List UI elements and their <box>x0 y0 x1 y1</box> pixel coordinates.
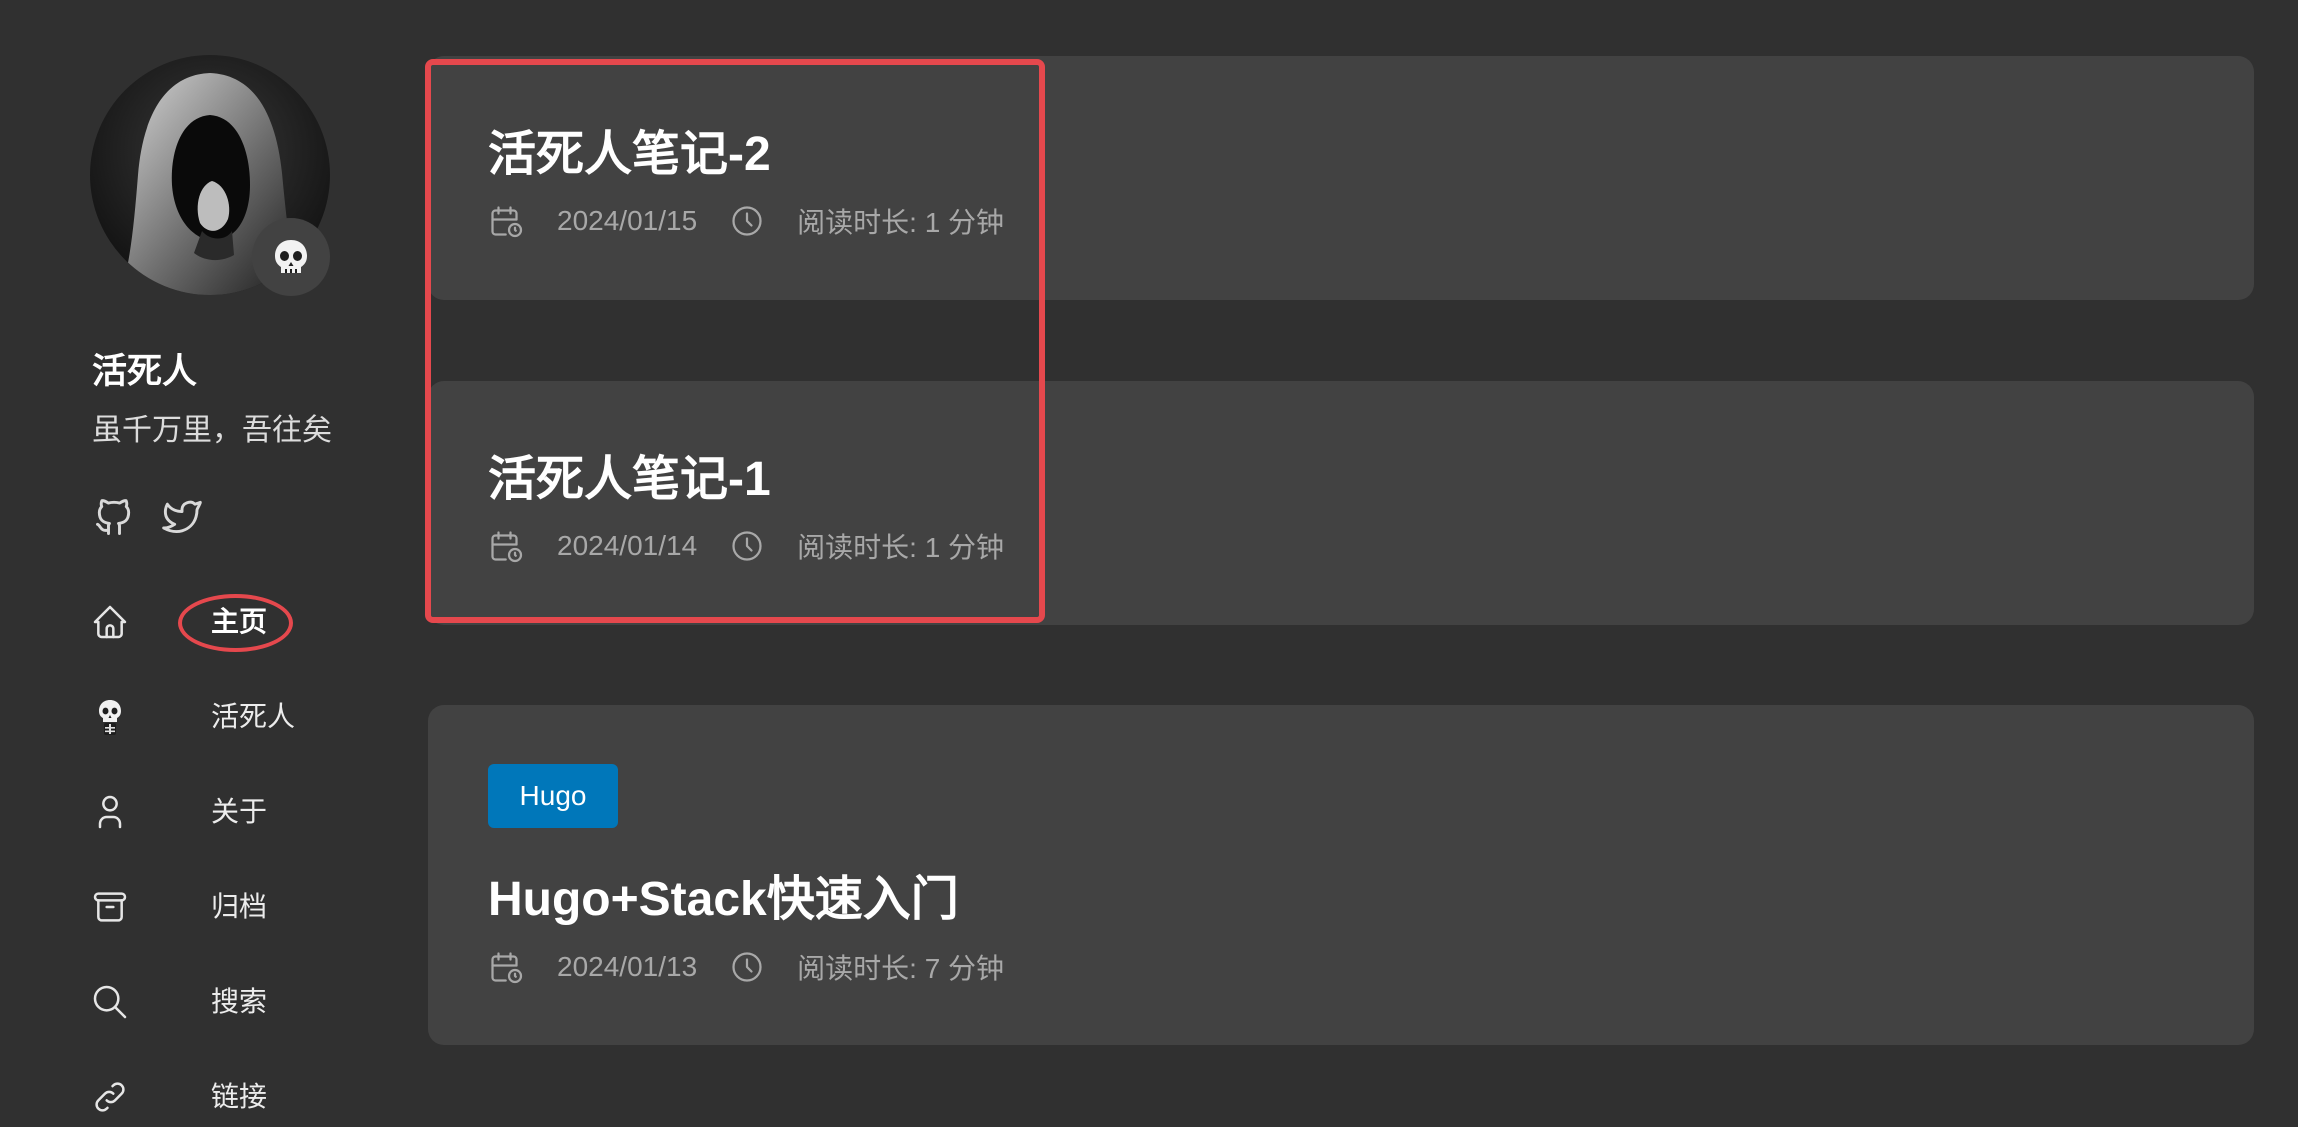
twitter-link[interactable] <box>160 495 204 539</box>
archive-icon <box>93 892 127 922</box>
calendar-time-icon <box>491 531 523 563</box>
menu-item-archives[interactable]: 归档 <box>0 877 420 937</box>
avatar-emoji-badge <box>252 218 330 296</box>
article-reading-time: 阅读时长: 1 分钟 <box>797 207 1005 238</box>
article-meta: 2024/01/14 阅读时长: 1 分钟 <box>488 526 1004 566</box>
menu-label-huosiren: 活死人 <box>211 701 296 732</box>
calendar-time-icon <box>491 206 523 238</box>
article-date: 2024/01/15 <box>557 205 698 236</box>
twitter-icon <box>162 500 202 533</box>
menu-item-huosiren[interactable]: 活死人 <box>0 687 420 747</box>
site-name: 活死人 <box>92 352 198 391</box>
menu-label-archives: 归档 <box>211 891 268 922</box>
article-meta: 2024/01/15 阅读时长: 1 分钟 <box>488 201 1004 241</box>
clock-icon <box>732 531 762 561</box>
article-card[interactable]: 活死人笔记-1 2024/01/14 阅读时长: 1 分钟 <box>428 381 2254 625</box>
user-icon <box>98 795 122 829</box>
github-icon <box>96 499 131 535</box>
menu-item-search[interactable]: 搜索 <box>0 972 420 1032</box>
article-date: 2024/01/14 <box>557 530 698 561</box>
github-link[interactable] <box>92 495 136 539</box>
search-icon <box>93 985 127 1019</box>
home-icon <box>93 605 127 639</box>
article-card[interactable]: 活死人笔记-2 2024/01/15 阅读时长: 1 分钟 <box>428 56 2254 300</box>
article-date: 2024/01/13 <box>557 951 698 982</box>
article-card[interactable]: Hugo Hugo+Stack快速入门 2024/01/13 阅读时长: 7 分… <box>428 705 2254 1045</box>
skeleton-icon <box>99 700 121 735</box>
menu-label-search: 搜索 <box>211 986 268 1017</box>
clock-icon <box>732 952 762 982</box>
tag-badge[interactable]: Hugo <box>488 764 618 828</box>
clock-icon <box>732 206 762 236</box>
calendar-time-icon <box>491 952 523 984</box>
sidebar: 活死人 虽千万里，吾往矣 主页 活死人 关于 归档 搜索 链接 <box>0 0 420 1126</box>
article-reading-time: 阅读时长: 7 分钟 <box>797 953 1005 984</box>
article-reading-time: 阅读时长: 1 分钟 <box>797 532 1005 563</box>
article-meta: 2024/01/13 阅读时长: 7 分钟 <box>488 947 1004 987</box>
menu-label-about: 关于 <box>211 796 268 827</box>
article-title[interactable]: 活死人笔记-1 <box>488 439 771 509</box>
menu-label-links: 链接 <box>211 1081 268 1112</box>
annotation-ellipse <box>178 594 293 652</box>
menu-item-links[interactable]: 链接 <box>0 1067 420 1127</box>
skull-icon <box>275 240 307 273</box>
menu-item-about[interactable]: 关于 <box>0 782 420 842</box>
site-description: 虽千万里，吾往矣 <box>92 414 332 447</box>
link-icon <box>95 1082 125 1112</box>
article-title[interactable]: 活死人笔记-2 <box>488 114 771 184</box>
article-title[interactable]: Hugo+Stack快速入门 <box>488 859 959 929</box>
